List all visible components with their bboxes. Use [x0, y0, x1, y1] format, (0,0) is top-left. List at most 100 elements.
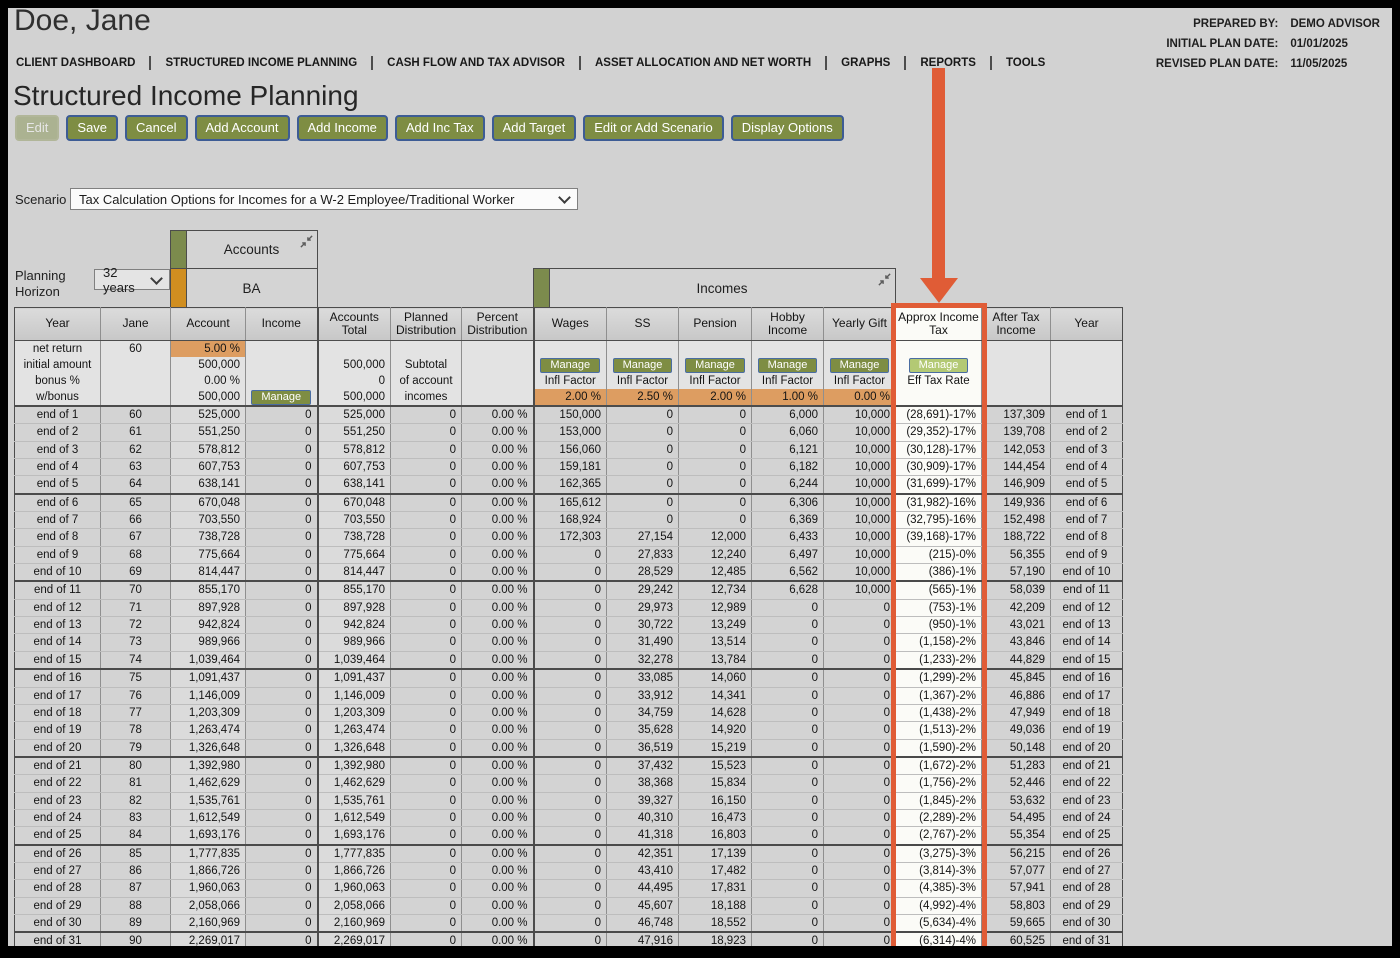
- cell-percent-distribution: 0.00 %: [461, 739, 534, 758]
- nav-item-cash-flow-and-tax-advisor[interactable]: CASH FLOW AND TAX ADVISOR: [387, 57, 565, 69]
- manage-wages-button[interactable]: Manage: [540, 358, 601, 373]
- cell-planned-distribution: 0: [390, 756, 462, 776]
- table-row: end of 13 72 942,824 0 942,824 0 0.00 % 0 30,722…: [14, 616, 1123, 635]
- incomes-group-label: Incomes: [696, 280, 748, 296]
- column-header-yearly-gift: Yearly Gift: [823, 307, 896, 341]
- cell-wages: 0: [532, 879, 607, 898]
- cell-jane: 62: [100, 441, 171, 460]
- nav-item-asset-allocation-and-net-worth[interactable]: ASSET ALLOCATION AND NET WORTH: [595, 57, 811, 69]
- cell-accounts-total: 942,824: [316, 616, 391, 635]
- cell-planned-distribution: 0: [390, 441, 462, 460]
- cell-account: 1,091,437: [170, 669, 246, 688]
- cell-pension: [678, 340, 752, 357]
- accounts-group-label: Accounts: [223, 242, 280, 257]
- nav-item-tools[interactable]: TOOLS: [1006, 57, 1045, 69]
- cell-approx-income-tax: (1,513)-2%: [895, 721, 982, 740]
- cell-hobby-income: 0: [751, 651, 824, 671]
- accounts-group-tab: [171, 231, 187, 268]
- save-button[interactable]: Save: [66, 115, 119, 141]
- cell-planned-distribution: of account: [390, 373, 462, 389]
- cell-wages: [532, 340, 607, 357]
- manage-hobby-income-button[interactable]: Manage: [757, 358, 818, 373]
- collapse-incomes-icon[interactable]: [877, 272, 892, 287]
- cell-after-tax-income: 43,021: [981, 616, 1051, 635]
- cell-income: Manage: [245, 389, 318, 407]
- cell-percent-distribution: 0.00 %: [461, 546, 534, 565]
- cell-year: end of 22: [14, 774, 101, 793]
- nav-item-graphs[interactable]: GRAPHS: [841, 57, 890, 69]
- add-account-button[interactable]: Add Account: [194, 115, 290, 141]
- chevron-down-icon: [558, 191, 571, 204]
- cancel-button[interactable]: Cancel: [125, 115, 188, 141]
- cell-ss: 41,318: [606, 826, 679, 846]
- cell-approx-income-tax: (1,233)-2%: [895, 651, 982, 671]
- manage-income-button[interactable]: Manage: [251, 390, 312, 404]
- scenario-select[interactable]: Tax Calculation Options for Incomes for …: [70, 188, 578, 210]
- cell-accounts-total: 1,091,437: [316, 669, 391, 688]
- cell-jane: [100, 373, 171, 389]
- cell-year-end: [1050, 340, 1123, 357]
- planning-horizon-select[interactable]: 32 years: [94, 265, 170, 295]
- cell-hobby-income: 6,369: [751, 511, 824, 530]
- cell-hobby-income: 6,060: [751, 423, 824, 442]
- cell-ss: 35,628: [606, 721, 679, 740]
- display-options-button[interactable]: Display Options: [730, 115, 844, 141]
- cell-jane: 86: [100, 862, 171, 881]
- cell-jane: 66: [100, 511, 171, 530]
- add-target-button[interactable]: Add Target: [491, 115, 577, 141]
- nav-item-structured-income-planning[interactable]: STRUCTURED INCOME PLANNING: [165, 57, 357, 69]
- table-row: end of 8 67 738,728 0 738,728 0 0.00 % 172,303 2…: [14, 528, 1123, 547]
- cell-percent-distribution: 0.00 %: [461, 826, 534, 846]
- cell-accounts-total: 500,000: [316, 357, 391, 373]
- cell-planned-distribution: 0: [390, 423, 462, 442]
- cell-accounts-total: 738,728: [316, 528, 391, 547]
- cell-after-tax-income: [981, 389, 1051, 407]
- cell-hobby-income: 6,182: [751, 458, 824, 477]
- nav-item-client-dashboard[interactable]: CLIENT DASHBOARD: [16, 57, 135, 69]
- plan-info-block: PREPARED BY: DEMO ADVISOR INITIAL PLAN D…: [1156, 18, 1380, 70]
- cell-accounts-total: 670,048: [316, 493, 391, 513]
- cell-after-tax-income: 142,053: [981, 441, 1051, 460]
- cell-ss: 46,748: [606, 914, 679, 934]
- account-ba-label: BA: [242, 280, 261, 296]
- manage-pension-button[interactable]: Manage: [685, 358, 745, 373]
- table-row: end of 17 76 1,146,009 0 1,146,009 0 0.00 % 0 33…: [14, 687, 1123, 705]
- add-income-button[interactable]: Add Income: [296, 115, 388, 141]
- edit-or-add-scenario-button[interactable]: Edit or Add Scenario: [583, 115, 724, 141]
- collapse-accounts-icon[interactable]: [299, 234, 314, 249]
- cell-year-end: end of 1: [1050, 406, 1123, 425]
- cell-account: 578,812: [170, 441, 246, 460]
- cell-year-end: end of 12: [1050, 599, 1123, 618]
- cell-pension: 18,552: [678, 914, 752, 934]
- cell-accounts-total: 607,753: [316, 458, 391, 477]
- cell-planned-distribution: 0: [390, 809, 462, 828]
- cell-ss: 39,327: [606, 792, 679, 810]
- cell-year-end: end of 26: [1050, 844, 1123, 863]
- cell-account: 1,203,309: [170, 704, 246, 723]
- cell-jane: 73: [100, 633, 171, 652]
- add-inc-tax-button[interactable]: Add Inc Tax: [394, 115, 485, 141]
- cell-approx-income-tax: Eff Tax Rate: [895, 373, 982, 389]
- cell-wages: 0: [532, 844, 607, 863]
- nav-item-reports[interactable]: REPORTS: [920, 57, 976, 69]
- cell-yearly-gift: 0: [823, 932, 896, 946]
- manage-yearly-gift-button[interactable]: Manage: [829, 358, 890, 373]
- manage-ss-button[interactable]: Manage: [612, 358, 673, 373]
- cell-income: 0: [245, 844, 318, 863]
- cell-approx-income-tax: (4,992)-4%: [895, 897, 982, 915]
- cell-year-end: end of 19: [1050, 721, 1123, 740]
- cell-account: 1,146,009: [170, 687, 246, 705]
- cell-year-end: [1050, 373, 1123, 389]
- table-row: end of 22 81 1,462,629 0 1,462,629 0 0.00 % 0 38…: [14, 774, 1123, 793]
- cell-yearly-gift: 0: [823, 704, 896, 723]
- manage-approx-income-tax-button[interactable]: Manage: [908, 358, 969, 373]
- cell-hobby-income: 0: [751, 897, 824, 915]
- cell-income: 0: [245, 914, 318, 934]
- cell-account: 2,269,017: [170, 932, 246, 946]
- cell-approx-income-tax: (1,590)-2%: [895, 739, 982, 758]
- cell-income: 0: [245, 423, 318, 442]
- scenario-selected-value: Tax Calculation Options for Incomes for …: [79, 191, 515, 207]
- cell-percent-distribution: 0.00 %: [461, 914, 534, 934]
- cell-account: 1,612,549: [170, 809, 246, 828]
- cell-account: 1,535,761: [170, 792, 246, 810]
